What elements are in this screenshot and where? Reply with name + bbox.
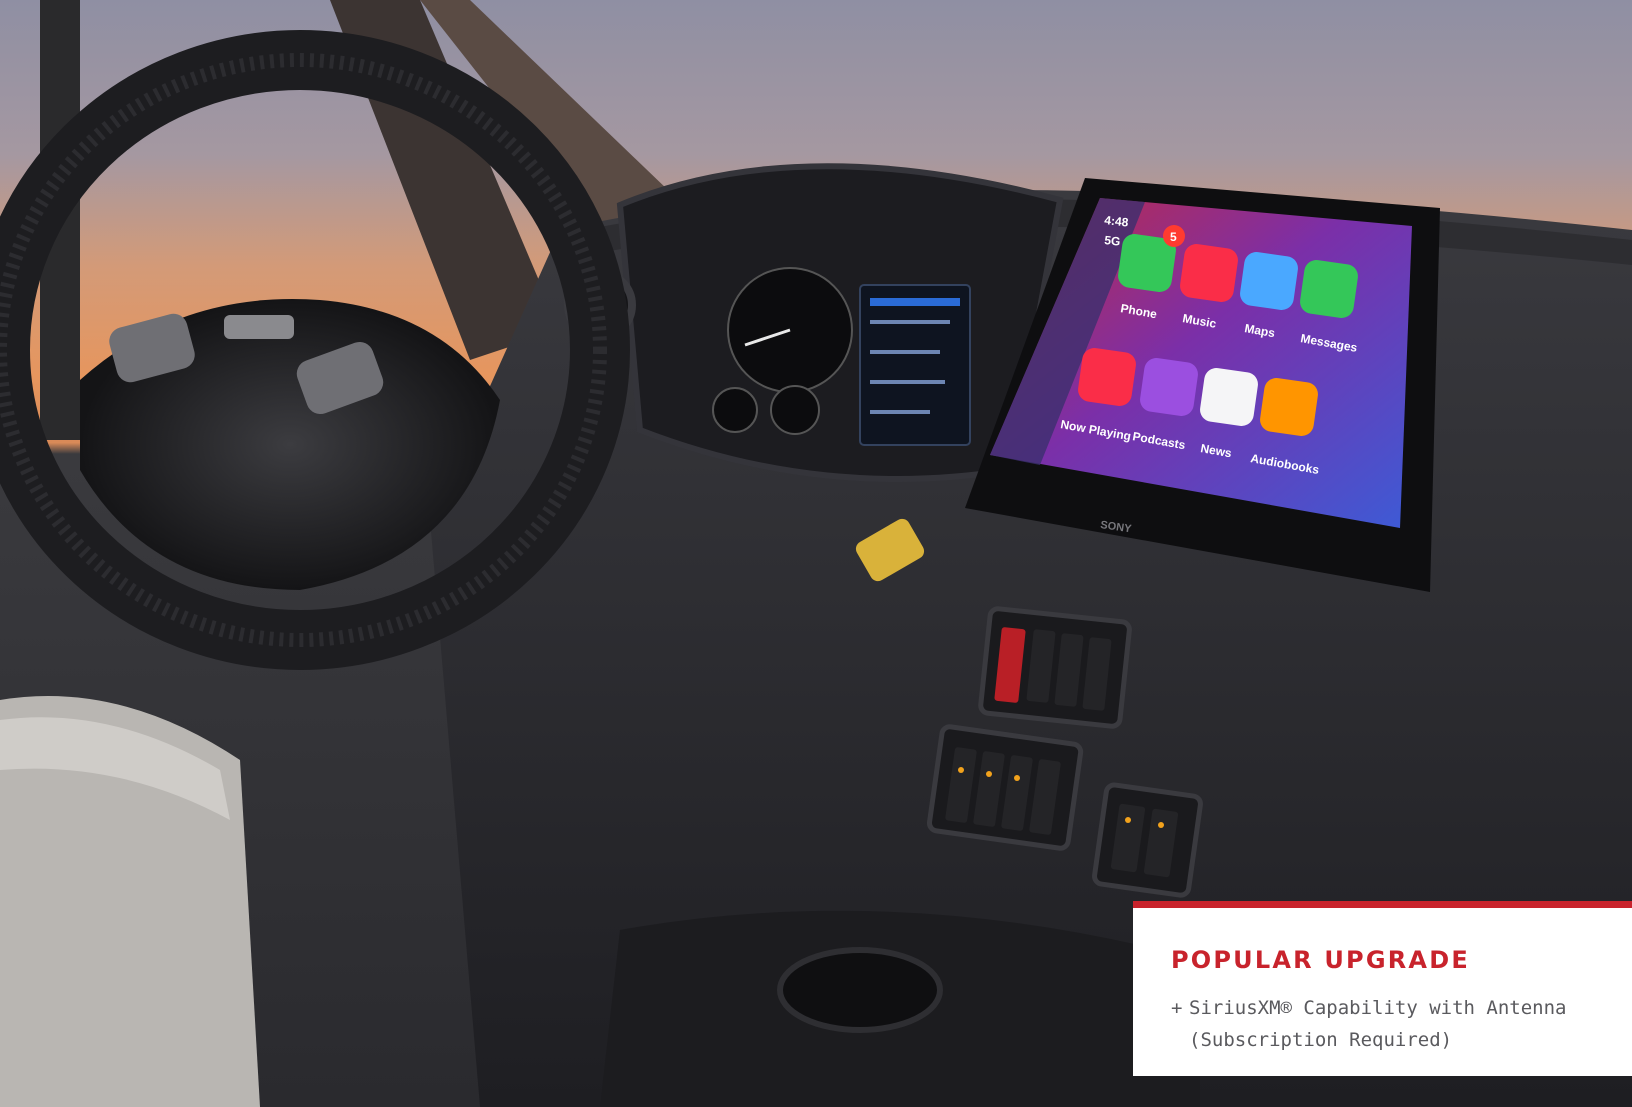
podcasts-app-icon[interactable]	[1139, 357, 1200, 418]
steering-logo	[224, 315, 294, 339]
callout-item: + SiriusXM® Capability with Antenna (Subs…	[1171, 992, 1632, 1056]
badge-count: 5	[1170, 230, 1177, 244]
gauge-small-right	[770, 385, 820, 435]
switch-panel-lower	[926, 724, 1084, 851]
hero-photo: 4:48 5G 5 Phone Music Maps Messages Now …	[0, 0, 1632, 1107]
callout-title: POPULAR UPGRADE	[1171, 946, 1470, 974]
plus-bullet: +	[1171, 997, 1183, 1019]
status-signal: 5G	[1104, 233, 1121, 249]
maps-app-icon[interactable]	[1239, 251, 1300, 312]
messages-app-icon[interactable]	[1299, 259, 1360, 320]
upgrade-callout: POPULAR UPGRADE + SiriusXM® Capability wi…	[1133, 901, 1632, 1076]
cup-holder	[777, 947, 943, 1033]
status-time: 4:48	[1104, 213, 1130, 229]
switch-panel-side	[1092, 782, 1203, 898]
music-app-icon[interactable]	[1179, 243, 1240, 304]
news-app-icon[interactable]	[1199, 367, 1260, 428]
switch-panel-upper	[978, 606, 1132, 729]
cluster-display	[859, 284, 971, 446]
gauge-small-left	[712, 387, 758, 433]
now-playing-app-icon[interactable]	[1077, 347, 1138, 408]
callout-item-line2: (Subscription Required)	[1189, 1029, 1453, 1051]
audiobooks-app-icon[interactable]	[1259, 377, 1320, 438]
callout-item-line1: SiriusXM® Capability with Antenna	[1189, 997, 1567, 1019]
callout-list: + SiriusXM® Capability with Antenna (Subs…	[1171, 992, 1632, 1056]
